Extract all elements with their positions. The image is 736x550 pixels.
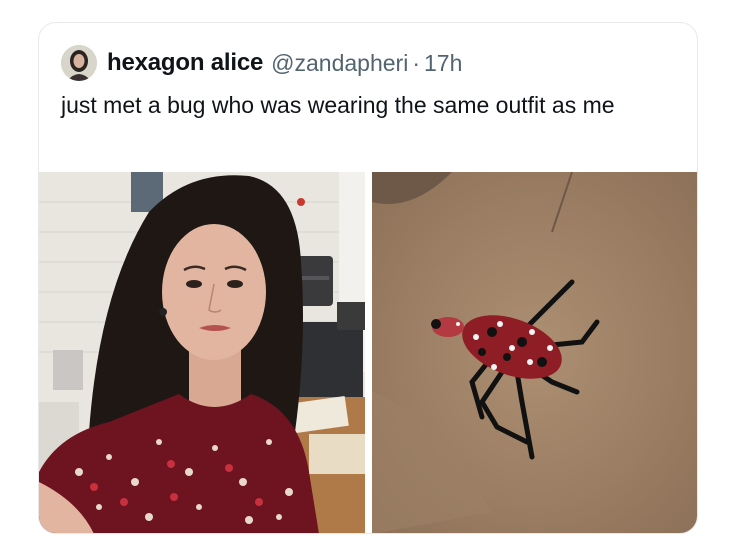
- author-name[interactable]: hexagon alice: [107, 49, 263, 77]
- tweet-timestamp[interactable]: 17h: [424, 50, 462, 77]
- author-avatar[interactable]: [61, 45, 97, 81]
- media-photo-right[interactable]: [372, 172, 697, 533]
- author-handle[interactable]: @zandapheri: [271, 50, 408, 77]
- tweet-media: [39, 172, 697, 533]
- tweet-text: just met a bug who was wearing the same …: [61, 92, 615, 118]
- media-photo-left[interactable]: [39, 172, 365, 533]
- tweet-header: hexagon alice @zandapheri · 17h: [61, 45, 462, 81]
- tweet-card[interactable]: hexagon alice @zandapheri · 17h just met…: [38, 22, 698, 534]
- separator-dot: ·: [412, 49, 420, 76]
